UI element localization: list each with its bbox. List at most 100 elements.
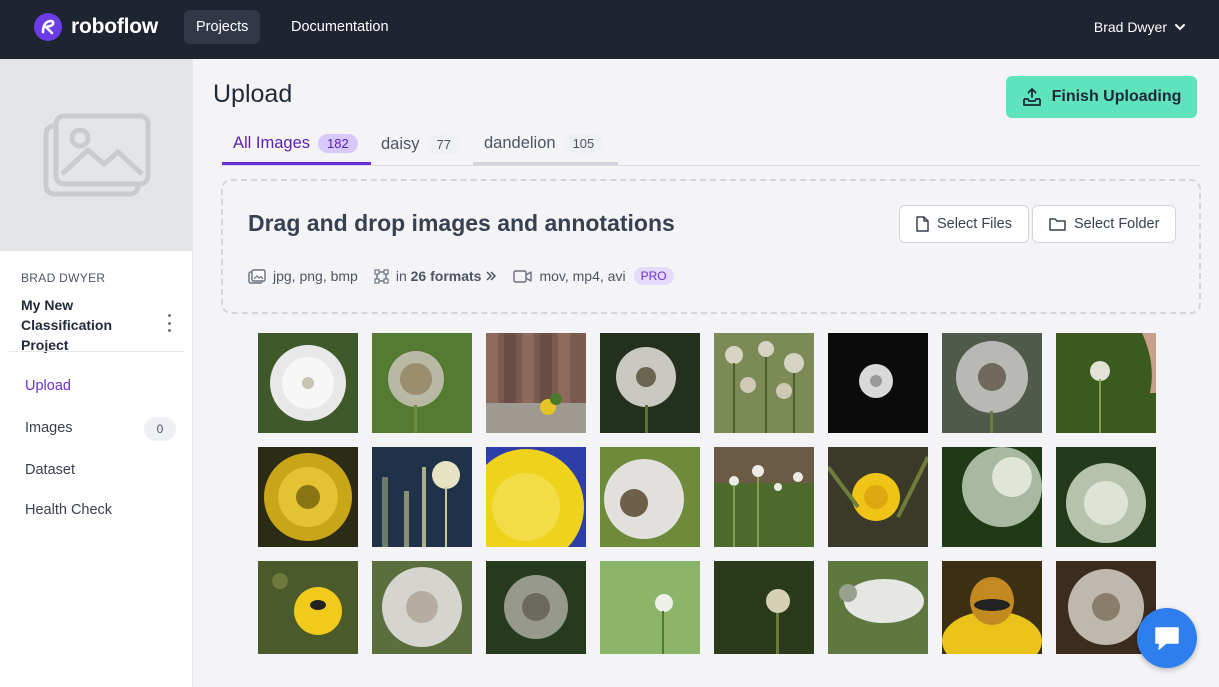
image-tile[interactable] (714, 333, 814, 433)
tab-all-images[interactable]: All Images 182 (222, 124, 371, 165)
dandelion-seeds-image (942, 447, 1042, 547)
sidebar: BRAD DWYER My New Classification Project… (0, 59, 193, 687)
image-tile[interactable] (372, 447, 472, 547)
tab-label: All Images (233, 133, 311, 152)
image-tile[interactable] (942, 333, 1042, 433)
supported-formats: jpg, png, bmp in 26 formats mov, mp4, av… (248, 267, 674, 285)
sidebar-item-upload[interactable]: Upload (25, 378, 71, 394)
tab-count: 77 (427, 135, 460, 154)
dandelion-seedhead-image (600, 447, 700, 547)
finish-uploading-label: Finish Uploading (1051, 88, 1182, 105)
sidebar-item-health-check[interactable]: Health Check (25, 502, 112, 518)
dandelion-yellow-image (258, 447, 358, 547)
sidebar-item-dataset[interactable]: Dataset (25, 462, 75, 478)
roboflow-logo[interactable]: roboflow (34, 13, 158, 41)
dandelions-field-image (714, 333, 814, 433)
tab-count: 105 (563, 133, 604, 153)
dandelion-dark-image (828, 333, 928, 433)
dandelion-with-bee-image (258, 561, 358, 654)
image-tile[interactable] (600, 333, 700, 433)
tab-daisy[interactable]: daisy 77 (370, 124, 471, 165)
more-options-icon[interactable] (163, 314, 175, 332)
annotation-prefix: in (395, 268, 407, 284)
image-tile[interactable] (828, 333, 928, 433)
top-navbar: roboflow Projects Documentation Brad Dwy… (0, 0, 1219, 59)
image-tile[interactable] (486, 333, 586, 433)
upload-dropzone[interactable]: Drag and drop images and annotations Sel… (221, 179, 1201, 314)
chat-bubble-icon (1155, 627, 1179, 650)
dropzone-title: Drag and drop images and annotations (248, 210, 675, 236)
image-tile[interactable] (1056, 333, 1156, 433)
annotation-formats-link[interactable]: 26 formats (411, 268, 482, 284)
image-tile[interactable] (828, 561, 928, 654)
image-tile[interactable] (486, 561, 586, 654)
image-placeholder-icon (43, 113, 150, 197)
dandelion-bud-image (714, 561, 814, 654)
select-files-label: Select Files (937, 216, 1012, 232)
roboflow-logo-icon (34, 13, 62, 41)
images-count-badge: 0 (144, 417, 176, 441)
image-tile[interactable] (600, 561, 700, 654)
brand-name: roboflow (71, 15, 159, 38)
video-icon (513, 269, 533, 283)
tab-label: dandelion (484, 133, 556, 152)
dandelion-seedhead-image (600, 333, 700, 433)
dandelion-yellow-image (828, 447, 928, 547)
dandelion-seedhead-image (258, 333, 358, 433)
bumblebee-on-dandelion-image (942, 561, 1042, 654)
project-thumbnail[interactable] (0, 59, 193, 251)
image-tile[interactable] (714, 561, 814, 654)
image-formats: jpg, png, bmp (273, 268, 358, 284)
nav-projects[interactable]: Projects (184, 10, 261, 44)
project-owner: BRAD DWYER (21, 271, 106, 285)
dandelion-by-fence-image (486, 333, 586, 433)
dandelion-seedhead-image (372, 561, 472, 654)
page-title: Upload (213, 80, 293, 108)
nav-documentation[interactable]: Documentation (279, 10, 401, 44)
finish-uploading-button[interactable]: Finish Uploading (1006, 76, 1197, 118)
dandelion-wind-image (828, 561, 928, 654)
image-tile[interactable] (372, 333, 472, 433)
sidebar-item-images[interactable]: Images (25, 420, 73, 436)
image-tile[interactable] (714, 447, 814, 547)
user-name: Brad Dwyer (1093, 19, 1167, 35)
folder-icon (1049, 218, 1066, 231)
dandelion-yellow-image (486, 447, 586, 547)
sidebar-divider (9, 351, 184, 352)
dandelion-seedhead-image (372, 333, 472, 433)
bounding-box-icon (374, 268, 389, 284)
file-icon (916, 216, 929, 232)
tab-count: 182 (318, 133, 358, 153)
tab-dandelion[interactable]: dandelion 105 (473, 124, 618, 165)
select-folder-button[interactable]: Select Folder (1032, 205, 1177, 243)
image-tile[interactable] (258, 561, 358, 654)
select-folder-label: Select Folder (1074, 216, 1160, 232)
class-tabs: All Images 182 daisy 77 dandelion 105 (222, 124, 1201, 166)
chat-support-button[interactable] (1137, 608, 1197, 668)
pro-badge: PRO (633, 267, 674, 285)
dandelion-green-bg-image (600, 561, 700, 654)
image-tile[interactable] (828, 447, 928, 547)
image-tile[interactable] (258, 333, 358, 433)
image-tile[interactable] (372, 561, 472, 654)
dandelion-seedhead-image (942, 333, 1042, 433)
chevrons-right-icon[interactable] (485, 270, 497, 282)
dandelion-blue-tint-image (372, 447, 472, 547)
user-menu[interactable]: Brad Dwyer (1094, 19, 1187, 35)
project-name: My New Classification Project (21, 297, 113, 353)
image-tile[interactable] (600, 447, 700, 547)
video-formats: mov, mp4, avi (539, 268, 626, 284)
image-tile[interactable] (942, 561, 1042, 654)
chevron-down-icon (1175, 24, 1185, 31)
dandelion-seeds-image (1056, 447, 1156, 547)
tab-label: daisy (381, 135, 420, 153)
image-tile[interactable] (1056, 447, 1156, 547)
upload-tray-icon (1022, 88, 1041, 106)
image-tile[interactable] (486, 447, 586, 547)
images-icon (248, 268, 266, 284)
image-tile[interactable] (942, 447, 1042, 547)
dandelions-meadow-image (714, 447, 814, 547)
select-files-button[interactable]: Select Files (899, 205, 1029, 243)
dandelion-blowing-image (1056, 333, 1156, 433)
image-tile[interactable] (258, 447, 358, 547)
